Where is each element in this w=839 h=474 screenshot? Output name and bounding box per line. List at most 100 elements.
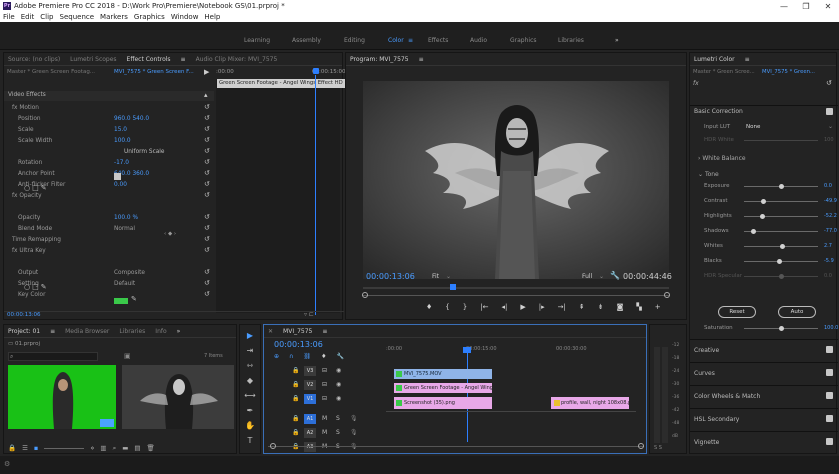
reset-parameter-icon[interactable]: ↺: [204, 180, 210, 188]
mute-icon[interactable]: M: [322, 415, 327, 422]
go-to-out-icon[interactable]: →|: [558, 303, 566, 315]
effect-row-value[interactable]: 0.00: [114, 182, 127, 188]
timeline-playhead[interactable]: [463, 347, 471, 353]
timeline-menu-icon[interactable]: ≡: [322, 328, 327, 335]
find-icon[interactable]: ⌕: [113, 444, 117, 453]
tone-slider-value[interactable]: -52.2: [824, 213, 837, 219]
timeline-timecode[interactable]: 00:00:13:06: [274, 340, 323, 349]
extract-icon[interactable]: ⇟: [598, 303, 604, 315]
track-header-v1[interactable]: 🔒 V1 ⊟ ◉: [264, 393, 386, 405]
program-zoom-bar[interactable]: [362, 292, 670, 300]
clip-v1-profile[interactable]: profile, wall, night 108x08.p: [551, 397, 629, 409]
reset-parameter-icon[interactable]: ↺: [204, 213, 210, 221]
quality-dropdown[interactable]: Full: [582, 273, 592, 280]
solo-icon[interactable]: S: [336, 415, 340, 422]
effect-row-value[interactable]: -17.0: [114, 160, 129, 166]
tone-slider-value[interactable]: 2.7: [824, 243, 832, 249]
menu-clip[interactable]: Clip: [40, 13, 53, 21]
effect-row-13[interactable]: fx Ultra Key: [4, 246, 214, 256]
tone-slider[interactable]: [744, 199, 818, 204]
keyframe-area[interactable]: [216, 79, 340, 313]
tab-menu-icon[interactable]: ≡: [181, 56, 186, 63]
tab-effect-controls[interactable]: Effect Controls: [127, 56, 171, 63]
effect-row-6[interactable]: Anchor Point 640.0 360.0: [4, 169, 214, 179]
eyedropper-icon[interactable]: ✎: [131, 295, 137, 303]
track-target-label[interactable]: V2: [304, 380, 316, 390]
lift-icon[interactable]: ⇞: [579, 303, 585, 315]
ripple-edit-tool-icon[interactable]: ⇿: [247, 361, 254, 370]
tab-lumetri-scopes[interactable]: Lumetri Scopes: [70, 56, 116, 63]
reset-parameter-icon[interactable]: ↺: [204, 125, 210, 133]
effect-row-14[interactable]: [4, 257, 214, 267]
toggle-output-icon[interactable]: ◉: [336, 367, 341, 374]
menu-window[interactable]: Window: [171, 13, 199, 21]
effect-row-9[interactable]: [4, 202, 214, 212]
effect-row-3[interactable]: Scale Width 100.0: [4, 136, 214, 146]
saturation-slider[interactable]: [744, 326, 818, 331]
effect-row-5[interactable]: Rotation -17.0: [4, 158, 214, 168]
workspace-more-icon[interactable]: »: [615, 37, 619, 44]
lumetri-clip[interactable]: MVI_7575 * Green...: [762, 69, 815, 75]
solo-icon[interactable]: S: [336, 429, 340, 436]
key-color-swatch[interactable]: [114, 298, 128, 304]
tone-slider-value[interactable]: 0.0: [824, 273, 832, 279]
mute-icon[interactable]: M: [322, 429, 327, 436]
effect-row-2[interactable]: Scale 15.0: [4, 125, 214, 135]
trash-icon[interactable]: 🗑: [147, 444, 155, 452]
add-marker-icon[interactable]: ♦: [426, 303, 432, 315]
lumetri-menu-icon[interactable]: ≡: [745, 56, 750, 63]
menu-markers[interactable]: Markers: [100, 13, 128, 21]
track-target-label[interactable]: A1: [304, 414, 316, 424]
workspace-audio[interactable]: Audio: [470, 37, 487, 44]
wrench-icon[interactable]: 🔧: [610, 271, 620, 280]
tone-slider[interactable]: [744, 214, 818, 219]
list-view-icon[interactable]: ☰: [22, 444, 28, 452]
mark-in-icon[interactable]: {: [445, 303, 449, 315]
track-header-v3[interactable]: 🔒 V3 ⊟ ◉: [264, 365, 386, 377]
tab-project[interactable]: Project: 01: [8, 328, 40, 335]
tone-slider-knob[interactable]: [750, 229, 756, 234]
project-thumb-screenshot[interactable]: [122, 365, 234, 429]
workspace-libraries[interactable]: Libraries: [558, 37, 584, 44]
tab-info[interactable]: Info: [155, 328, 166, 335]
effect-row-11[interactable]: Blend Mode Normal: [4, 224, 214, 234]
pen-tool-icon[interactable]: ✒: [247, 406, 254, 415]
tone-header[interactable]: ⌄ Tone: [698, 171, 719, 178]
sort-icon[interactable]: ⋄: [90, 444, 94, 452]
timeline-ruler[interactable]: :00:00 00:00:15:00 00:00:30:00: [386, 340, 636, 352]
reset-parameter-icon[interactable]: ↺: [204, 147, 210, 155]
new-item-icon[interactable]: ▤: [134, 444, 140, 452]
razor-tool-icon[interactable]: ◆: [247, 376, 253, 385]
track-select-tool-icon[interactable]: ⇥: [247, 346, 254, 355]
reset-parameter-icon[interactable]: ↺: [204, 235, 210, 243]
workspace-graphics[interactable]: Graphics: [510, 37, 537, 44]
step-forward-icon[interactable]: |▸: [539, 303, 545, 315]
add-marker-timeline-icon[interactable]: ♦: [321, 353, 326, 360]
project-more-icon[interactable]: »: [177, 328, 181, 335]
clip-v2[interactable]: Green Screen Footage - Angel Wings E: [394, 383, 492, 393]
tab-program[interactable]: Program: MVI_7575: [350, 56, 409, 63]
effect-row-10[interactable]: Opacity 100.0 %: [4, 213, 214, 223]
lumetri-section-header[interactable]: Curves: [690, 362, 838, 382]
fit-dropdown[interactable]: Fit: [432, 273, 439, 280]
type-tool-icon[interactable]: T: [248, 436, 253, 445]
voiceover-icon[interactable]: 🎙: [350, 415, 358, 422]
track-lock-icon[interactable]: 🔒: [292, 415, 299, 422]
new-bin-icon[interactable]: ▣: [124, 352, 131, 360]
input-lut-dropdown[interactable]: None: [746, 124, 760, 130]
nest-icon[interactable]: ⊕: [274, 353, 279, 360]
menu-edit[interactable]: Edit: [21, 13, 35, 21]
track-lock-icon[interactable]: 🔒: [292, 367, 299, 374]
maximize-button[interactable]: ❐: [795, 0, 817, 12]
sync-lock-icon[interactable]: ⊟: [322, 395, 327, 402]
effect-row-value[interactable]: Default: [114, 281, 135, 287]
ec-playhead-marker[interactable]: [313, 68, 319, 74]
program-menu-icon[interactable]: ≡: [419, 56, 424, 63]
menu-graphics[interactable]: Graphics: [134, 13, 165, 21]
clip-v3[interactable]: MVI_7575.MOV: [394, 369, 492, 379]
timeline-scrollbar[interactable]: [268, 443, 644, 451]
tone-slider[interactable]: [744, 184, 818, 189]
clip-selector[interactable]: MVI_7575 * Green Screen F...: [114, 69, 194, 75]
workspace-menu-icon[interactable]: ≡: [408, 37, 413, 44]
auto-button[interactable]: Auto: [778, 306, 816, 318]
